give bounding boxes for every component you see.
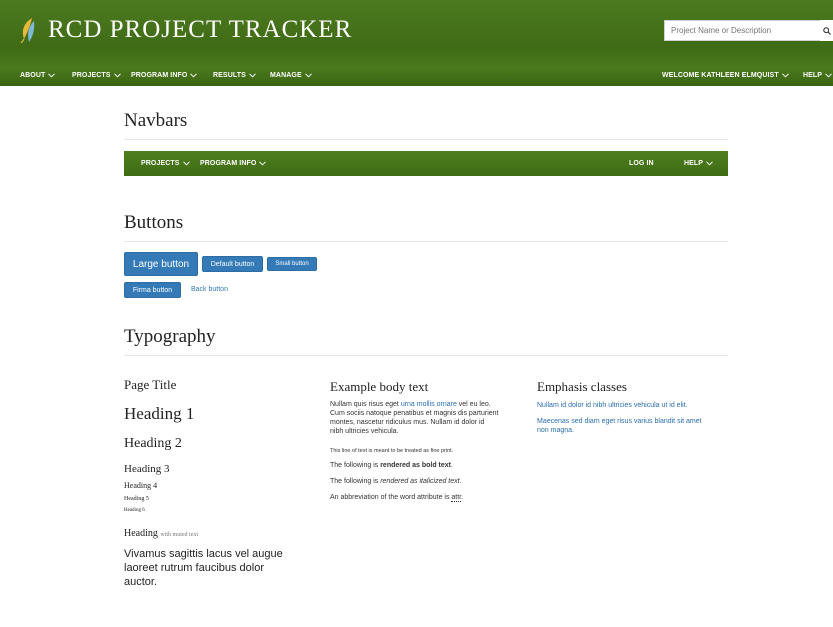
divider: [124, 355, 728, 356]
demo-nav-help[interactable]: HELP: [684, 154, 713, 172]
emphasis-line: Maecenas sed diam eget risus varius blan…: [537, 418, 702, 425]
heading-2-sample: Heading 2: [124, 436, 182, 451]
nav-manage-label: MANAGE: [270, 71, 302, 79]
section-title-buttons: Buttons: [124, 212, 184, 233]
chevron-down-icon: [304, 72, 312, 78]
fine-print: This line of text is meant to be treated…: [330, 448, 454, 454]
chevron-down-icon: [190, 72, 198, 78]
muted-heading-sample: Heading with muted text: [124, 528, 198, 539]
heading-1-sample: Heading 1: [124, 404, 195, 423]
nav-projects-label: PROJECTS: [72, 71, 111, 79]
muted-text: with muted text: [160, 532, 199, 538]
italic-sample: The following is rendered as italicized …: [330, 478, 462, 485]
nav-manage[interactable]: MANAGE: [270, 66, 312, 84]
body-text: Nullam quis risus eget: [330, 401, 401, 408]
abbr-prefix: An abbreviation of the word attribute is: [330, 494, 452, 501]
search-button[interactable]: [820, 20, 833, 41]
section-title-typography: Typography: [124, 326, 216, 347]
lead-line: auctor.: [124, 576, 158, 588]
bold-prefix: The following is: [330, 462, 381, 469]
heading-3-sample: Heading 3: [124, 463, 170, 475]
chevron-down-icon: [249, 72, 256, 78]
nav-projects[interactable]: PROJECTS: [72, 66, 121, 84]
italic-text: rendered as italicized text: [380, 478, 460, 485]
chevron-down-icon: [706, 160, 713, 166]
demo-nav-program-info-label: PROGRAM INFO: [200, 159, 257, 167]
bold-sample: The following is rendered as bold text.: [330, 462, 453, 469]
chevron-down-icon: [113, 72, 121, 78]
abbr-sample: An abbreviation of the word attribute is…: [330, 494, 464, 502]
nav-about-label: ABOUT: [20, 71, 46, 79]
heading-4-sample: Heading 4: [124, 481, 158, 490]
nav-results[interactable]: RESULTS: [213, 66, 256, 84]
chevron-down-icon: [781, 72, 789, 78]
divider: [124, 241, 728, 242]
demo-nav-login[interactable]: LOG IN: [629, 154, 654, 172]
heading-5-sample: Heading 5: [124, 496, 149, 502]
nav-help-label: HELP: [803, 71, 823, 79]
body-text: vel eu leo.: [456, 401, 491, 408]
body-line: nibh ultricies vehicula.: [330, 428, 399, 435]
site-header: RCD PROJECT TRACKER ABOUT PROJECTS PROGR…: [0, 0, 833, 86]
default-button[interactable]: Default button: [202, 256, 263, 272]
demo-nav-projects-label: PROJECTS: [141, 159, 180, 167]
emphasis-line: non magna.: [537, 427, 574, 434]
muted-heading-label: Heading: [124, 528, 158, 539]
demo-nav-help-label: HELP: [684, 159, 704, 167]
demo-nav-program-info[interactable]: PROGRAM INFO: [200, 154, 267, 172]
demo-navbar: PROJECTS PROGRAM INFO LOG IN HELP: [124, 151, 728, 176]
small-button[interactable]: Small button: [267, 257, 317, 271]
body-text-title: Example body text: [330, 379, 429, 394]
search-input[interactable]: [664, 20, 824, 41]
main-nav: ABOUT PROJECTS PROGRAM INFO RESULTS MANA…: [0, 66, 833, 84]
page-title-sample: Page Title: [124, 377, 177, 392]
body-line: Cum sociis natoque penatibus et magnis d…: [330, 410, 499, 417]
nav-welcome-label: WELCOME KATHLEEN ELMQUIST: [662, 71, 779, 79]
body-inline-link[interactable]: urna mollis ornare: [401, 401, 457, 408]
chevron-down-icon: [182, 160, 190, 166]
nav-about[interactable]: ABOUT: [20, 66, 56, 84]
nav-help[interactable]: HELP: [803, 66, 832, 84]
abbr-text: attr: [451, 494, 462, 502]
brand-title: RCD PROJECT TRACKER: [48, 16, 353, 43]
search-icon: [823, 26, 831, 35]
lead-line: Vivamus sagittis lacus vel augue: [124, 548, 283, 560]
chevron-down-icon: [825, 72, 832, 78]
back-button[interactable]: Back button: [191, 286, 228, 293]
italic-prefix: The following is: [330, 478, 381, 485]
section-title-navbars: Navbars: [124, 110, 188, 131]
body-line: montes, nascetur ridiculus mus. Nullam i…: [330, 419, 485, 426]
firma-button[interactable]: Firma button: [124, 282, 181, 298]
lead-line: laoreet rutrum faucibus dolor: [124, 562, 265, 574]
divider: [124, 139, 728, 140]
leaf-logo-icon: [20, 18, 35, 43]
nav-welcome-user[interactable]: WELCOME KATHLEEN ELMQUIST: [662, 66, 789, 84]
nav-results-label: RESULTS: [213, 71, 246, 79]
body-paragraph: Nullam quis risus eget urna mollis ornar…: [330, 400, 530, 436]
chevron-down-icon: [48, 72, 56, 78]
demo-nav-projects[interactable]: PROJECTS: [141, 154, 190, 172]
nav-program-info-label: PROGRAM INFO: [131, 71, 188, 79]
demo-nav-login-label: LOG IN: [629, 159, 654, 167]
brand[interactable]: RCD PROJECT TRACKER: [18, 14, 352, 46]
lead-paragraph: Vivamus sagittis lacus vel augue laoreet…: [124, 547, 283, 589]
bold-text: rendered as bold text: [380, 462, 451, 469]
chevron-down-icon: [259, 160, 267, 166]
nav-program-info[interactable]: PROGRAM INFO: [131, 66, 198, 84]
body-line: Nullam quis risus eget urna mollis ornar…: [330, 400, 530, 409]
emphasis-primary-text: Nullam id dolor id nibh ultricies vehicu…: [537, 402, 688, 409]
emphasis-title: Emphasis classes: [537, 379, 627, 394]
emphasis-info-text: Maecenas sed diam eget risus varius blan…: [537, 417, 702, 435]
heading-6-sample: Heading 6: [124, 508, 145, 513]
large-button[interactable]: Large button: [124, 252, 198, 276]
